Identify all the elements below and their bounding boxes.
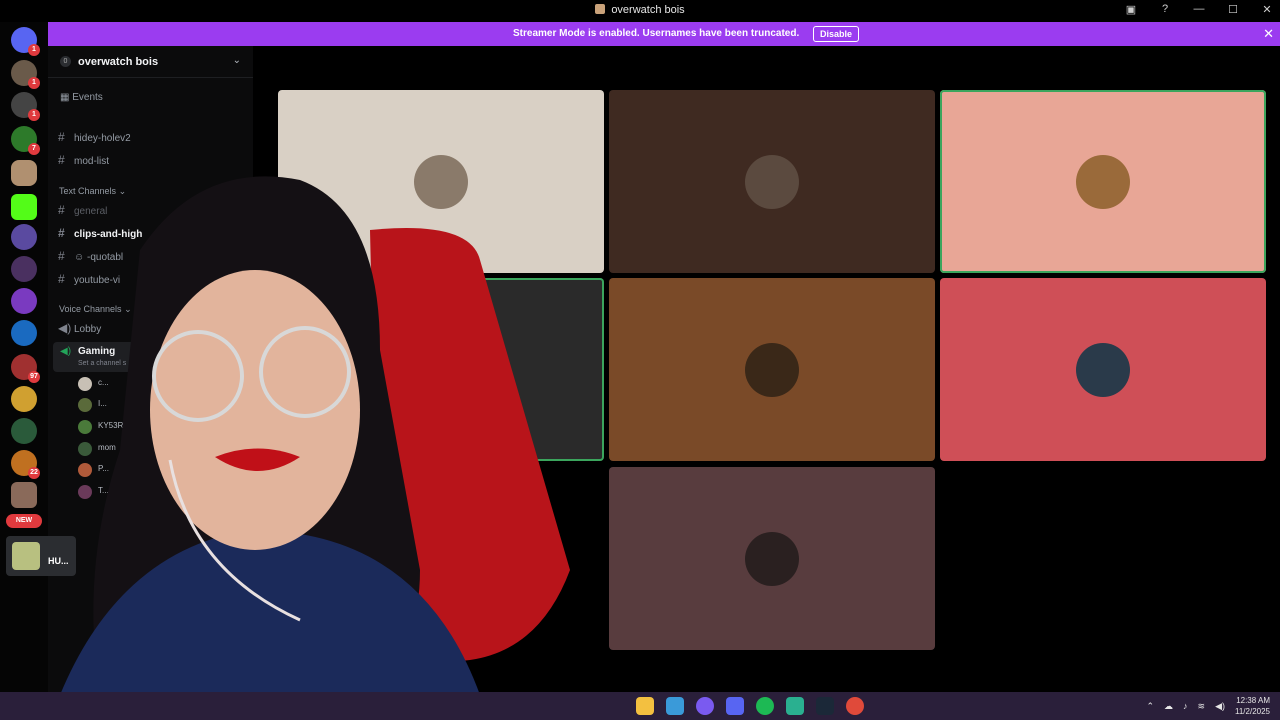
volume-icon[interactable]: ◀) [1215, 701, 1225, 712]
minimize-button[interactable]: — [1192, 3, 1206, 16]
participant-tile[interactable] [609, 467, 935, 650]
home-badge: 1 [28, 44, 40, 56]
server-icon[interactable]: 7 [11, 126, 40, 155]
window-controls: ▣ ? — ☐ ✕ [1124, 3, 1274, 16]
chrome-icon[interactable] [846, 697, 864, 715]
home-icon[interactable]: 1 [11, 27, 40, 56]
chevron-up-icon[interactable]: ⌃ [1146, 701, 1154, 712]
help-icon[interactable]: ? [1158, 3, 1172, 16]
photos-icon[interactable] [666, 697, 684, 715]
cloud-icon[interactable]: ☁ [1164, 701, 1173, 712]
spotify-icon[interactable] [756, 697, 774, 715]
window-title-text: overwatch bois [611, 4, 685, 16]
streamer-mode-banner: Streamer Mode is enabled. Usernames have… [48, 22, 1280, 46]
hash-icon: # [58, 130, 65, 144]
avatar [745, 154, 799, 209]
participant-tile[interactable] [940, 90, 1266, 273]
participant-tile[interactable] [609, 90, 935, 273]
clock-time: 12:38 AM [1236, 696, 1270, 705]
disable-streamer-mode-button[interactable]: Disable [813, 26, 860, 42]
taskbar: ⌃ ☁ ♪ ≋ ◀) 12:38 AM 11/2/2025 [0, 692, 1280, 720]
avatar [745, 531, 799, 586]
dm-avatar[interactable]: 1 [11, 92, 40, 121]
channel-hidey-holev2[interactable]: # hidey-holev2 [58, 130, 131, 144]
close-window-button[interactable]: ✕ [1260, 3, 1274, 16]
clock-date: 11/2/2025 [1235, 707, 1270, 716]
dm-badge: 1 [28, 77, 40, 89]
microphone-icon[interactable]: ♪ [1183, 701, 1188, 711]
discord-icon[interactable] [726, 697, 744, 715]
taskbar-apps [636, 697, 864, 715]
webcam-overlay [60, 176, 570, 695]
maximize-button[interactable]: ☐ [1226, 3, 1240, 16]
app-icon[interactable] [696, 697, 714, 715]
banner-message: Streamer Mode is enabled. Usernames have… [513, 28, 800, 39]
steam-icon[interactable] [816, 697, 834, 715]
dm-avatar[interactable]: 1 [11, 60, 40, 89]
avatar [1076, 154, 1130, 209]
avatar [1076, 342, 1130, 397]
dm-badge: 1 [28, 109, 40, 121]
window-titlebar: overwatch bois ▣ ? — ☐ ✕ [0, 0, 1280, 22]
clock[interactable]: 12:38 AM 11/2/2025 [1235, 695, 1270, 717]
close-icon[interactable]: ✕ [1263, 26, 1274, 42]
channel-label: hidey-holev2 [74, 133, 131, 144]
participant-tile[interactable] [940, 278, 1266, 461]
participant-tile[interactable] [609, 278, 935, 461]
system-tray: ⌃ ☁ ♪ ≋ ◀) 12:38 AM 11/2/2025 [1146, 695, 1270, 717]
calendar-icon: ▦ [60, 92, 73, 103]
window-title: overwatch bois [0, 4, 1280, 16]
events-label: Events [72, 92, 103, 103]
file-explorer-icon[interactable] [636, 697, 654, 715]
wifi-icon[interactable]: ≋ [1198, 701, 1206, 712]
server-header[interactable]: 0 overwatch bois ⌄ [48, 46, 253, 78]
avatar [745, 342, 799, 397]
chevron-down-icon[interactable]: ⌄ [233, 55, 241, 66]
events-item[interactable]: ▦ Events [60, 92, 103, 103]
app-icon[interactable] [786, 697, 804, 715]
inbox-icon[interactable]: ▣ [1124, 3, 1138, 16]
app-logo-icon [595, 4, 606, 14]
server-icon-small: 0 [60, 56, 71, 67]
server-name: overwatch bois [78, 56, 159, 68]
